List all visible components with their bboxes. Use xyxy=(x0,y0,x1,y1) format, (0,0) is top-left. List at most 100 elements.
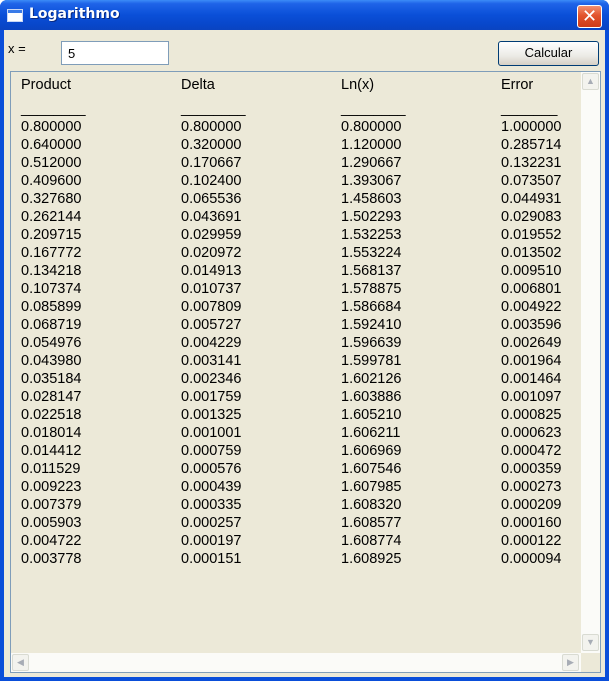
table-cell: 0.028147 xyxy=(21,389,82,405)
table-cell: 0.085899 xyxy=(21,299,82,315)
table-cell: 0.044931 xyxy=(501,191,562,207)
table-cell: 0.007809 xyxy=(181,299,242,315)
table-cell: 0.170667 xyxy=(181,155,242,171)
table-cell: 1.608577 xyxy=(341,515,402,531)
table-cell: 0.000825 xyxy=(501,407,562,423)
table-cell: 0.013502 xyxy=(501,245,562,261)
table-cell: 0.800000 xyxy=(21,119,82,135)
table-cell: 0.014412 xyxy=(21,443,82,459)
title-bar[interactable]: Logarithmo ✕ xyxy=(0,0,609,30)
table-cell: 1.586684 xyxy=(341,299,402,315)
table-cell: 0.640000 xyxy=(21,137,82,153)
app-window: Logarithmo ✕ x = Calcular Product ______… xyxy=(0,0,609,681)
table-cell: 0.000160 xyxy=(501,515,562,531)
table-cell: 1.608320 xyxy=(341,497,402,513)
table-cell: 0.001001 xyxy=(181,425,242,441)
table-cell: 0.002346 xyxy=(181,371,242,387)
table-cell: 0.011529 xyxy=(21,461,81,477)
close-button[interactable]: ✕ xyxy=(577,5,602,28)
scroll-up-icon[interactable]: ▲ xyxy=(582,73,599,90)
table-cell: 1.605210 xyxy=(341,407,402,423)
table-cell: 1.000000 xyxy=(501,119,562,135)
table-cell: 0.007379 xyxy=(21,497,82,513)
table-cell: 1.532253 xyxy=(341,227,402,243)
table-cell: 0.014913 xyxy=(181,263,242,279)
table-cell: 0.003596 xyxy=(501,317,562,333)
x-label: x = xyxy=(8,41,26,56)
horizontal-scrollbar[interactable]: ◀ ▶ xyxy=(11,653,581,672)
table-cell: 0.043980 xyxy=(21,353,82,369)
table-cell: 0.000197 xyxy=(181,533,242,549)
table-cell: 0.003141 xyxy=(181,353,242,369)
table-cell: 1.607546 xyxy=(341,461,402,477)
table-cell: 0.800000 xyxy=(341,119,402,135)
header-underline: _______ xyxy=(501,101,558,117)
column-product: Product ________ 0.800000 0.640000 0.51200… xyxy=(21,75,86,569)
table-cell: 0.262144 xyxy=(21,209,82,225)
column-error: Error _______ 1.000000 0.285714 0.132231 0.… xyxy=(501,75,561,569)
table-cell: 0.010737 xyxy=(181,281,242,297)
table-cell: 1.592410 xyxy=(341,317,402,333)
vertical-scrollbar[interactable]: ▲ ▼ xyxy=(581,72,600,653)
table-cell: 0.000094 xyxy=(501,551,562,567)
table-cell: 0.073507 xyxy=(501,173,562,189)
column-header: Error xyxy=(501,77,534,93)
table-cell: 0.409600 xyxy=(21,173,82,189)
column-delta: Delta ________ 0.800000 0.320000 0.170667 0… xyxy=(181,75,246,569)
table-cell: 0.000257 xyxy=(181,515,242,531)
table-cell: 1.578875 xyxy=(341,281,402,297)
table-cell: 0.002649 xyxy=(501,335,562,351)
table-cell: 0.001759 xyxy=(181,389,242,405)
table-cell: 0.512000 xyxy=(21,155,82,171)
table-cell: 0.004922 xyxy=(501,299,562,315)
table-cell: 0.006801 xyxy=(501,281,562,297)
table-cell: 0.068719 xyxy=(21,317,82,333)
table-cell: 0.022518 xyxy=(21,407,82,423)
table-cell: 0.003778 xyxy=(21,551,82,567)
table-cell: 0.029959 xyxy=(181,227,242,243)
table-cell: 1.393067 xyxy=(341,173,402,189)
table-cell: 0.001325 xyxy=(181,407,242,423)
table-cell: 0.029083 xyxy=(501,209,562,225)
table-cell: 0.000273 xyxy=(501,479,562,495)
table-cell: 1.606969 xyxy=(341,443,402,459)
column-header: Ln(x) xyxy=(341,77,375,93)
table-cell: 0.000335 xyxy=(181,497,242,513)
table-cell: 1.603886 xyxy=(341,389,402,405)
table-cell: 0.000576 xyxy=(181,461,242,477)
table-cell: 1.290667 xyxy=(341,155,402,171)
table-cell: 0.132231 xyxy=(501,155,562,171)
output-textarea[interactable]: Product ________ 0.800000 0.640000 0.51200… xyxy=(10,71,601,673)
table-cell: 0.019552 xyxy=(501,227,562,243)
table-cell: 0.107374 xyxy=(21,281,82,297)
table-cell: 0.035184 xyxy=(21,371,82,387)
table-cell: 1.568137 xyxy=(341,263,402,279)
table-cell: 0.005903 xyxy=(21,515,82,531)
scrollbar-corner xyxy=(581,653,600,672)
scroll-right-icon[interactable]: ▶ xyxy=(562,654,579,671)
header-underline: ________ xyxy=(341,101,406,117)
table-cell: 0.065536 xyxy=(181,191,242,207)
table-cell: 0.001097 xyxy=(501,389,562,405)
client-area: x = Calcular Product ________ 0.800000 0.… xyxy=(4,30,605,677)
scroll-down-icon[interactable]: ▼ xyxy=(582,634,599,651)
scroll-left-icon[interactable]: ◀ xyxy=(12,654,29,671)
results-table: Product ________ 0.800000 0.640000 0.51200… xyxy=(11,72,581,653)
table-cell: 1.553224 xyxy=(341,245,402,261)
table-cell: 0.001464 xyxy=(501,371,562,387)
window-icon xyxy=(7,9,23,22)
column-ln-x: Ln(x) ________ 0.800000 1.120000 1.290667 1… xyxy=(341,75,406,569)
table-cell: 0.285714 xyxy=(501,137,562,153)
calcular-button[interactable]: Calcular xyxy=(498,41,599,66)
header-underline: ________ xyxy=(181,101,246,117)
table-cell: 1.606211 xyxy=(341,425,401,441)
table-cell: 1.599781 xyxy=(341,353,402,369)
table-cell: 1.608774 xyxy=(341,533,402,549)
table-cell: 0.327680 xyxy=(21,191,82,207)
table-cell: 0.102400 xyxy=(181,173,242,189)
x-input[interactable] xyxy=(61,41,169,65)
table-cell: 1.120000 xyxy=(341,137,402,153)
table-cell: 0.054976 xyxy=(21,335,82,351)
table-cell: 1.596639 xyxy=(341,335,402,351)
table-cell: 0.800000 xyxy=(181,119,242,135)
